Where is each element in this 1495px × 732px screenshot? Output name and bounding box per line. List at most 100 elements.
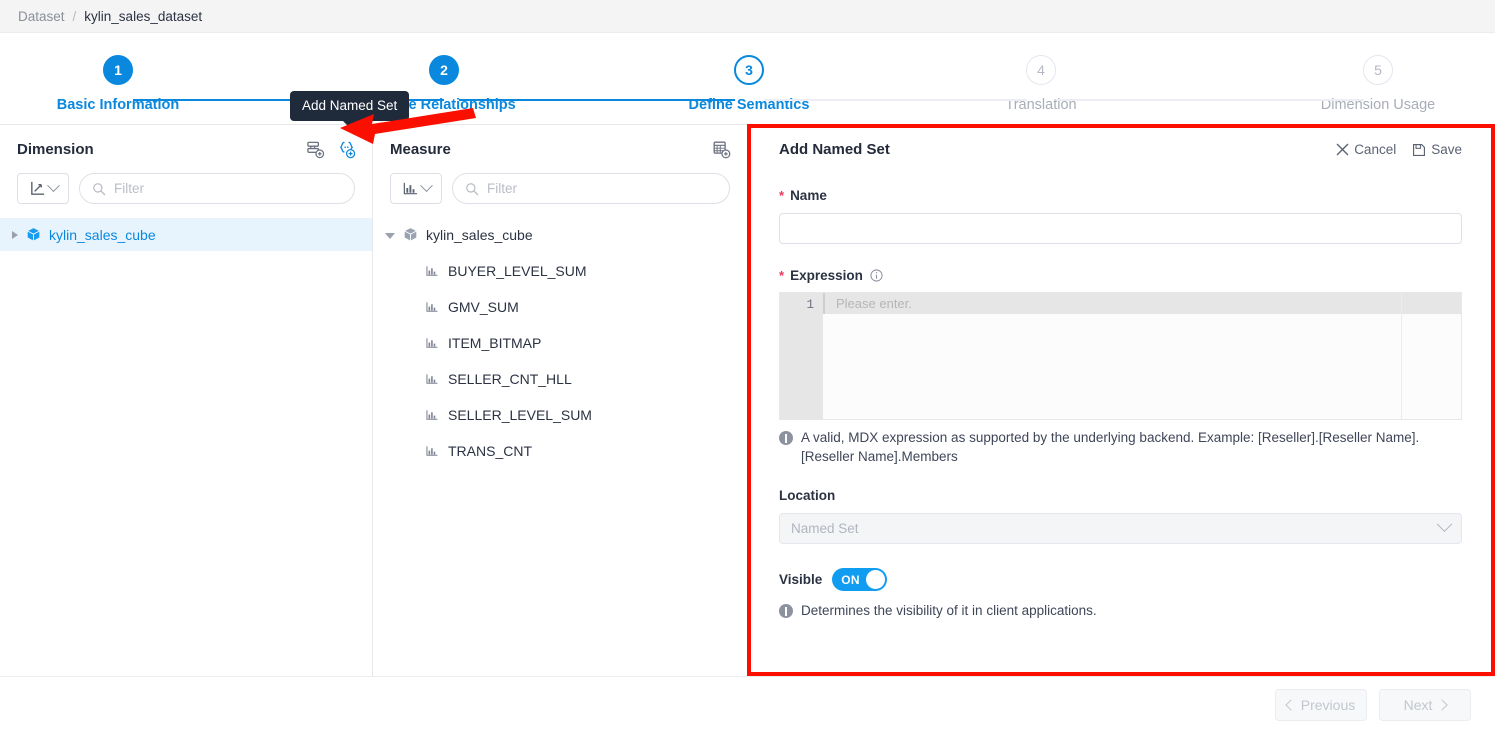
dimension-tree: kylin_sales_cube [0,218,372,251]
name-label-text: Name [790,188,827,203]
chevron-down-icon [419,179,433,193]
expression-hint-text: A valid, MDX expression as supported by … [801,430,1420,464]
measure-tree-item-cube[interactable]: kylin_sales_cube [373,218,747,251]
expression-field-group: * Expression 1 Please enter. A valid, MD… [748,268,1495,466]
measure-filter-row [373,173,747,204]
dimension-panel-title: Dimension [17,140,94,158]
chevron-left-icon [1285,698,1297,711]
name-field-group: * Name [748,188,1495,244]
step-circle-4: 4 [1026,55,1056,85]
expression-editor[interactable]: 1 Please enter. [779,292,1462,420]
save-icon [1413,143,1426,156]
measure-item[interactable]: SELLER_LEVEL_SUM [373,398,747,431]
previous-button[interactable]: Previous [1275,688,1367,721]
step-circle-1: 1 [103,55,133,85]
editor-body[interactable]: Please enter. [823,293,1461,419]
step-basic-information[interactable]: 1 Basic Information [18,33,218,113]
measure-item[interactable]: TRANS_CNT [373,434,747,467]
measure-item-label: ITEM_BITMAP [448,334,542,351]
triangle-down-icon[interactable] [385,233,395,239]
cube-icon [27,228,40,241]
step-dimension-usage[interactable]: 5 Dimension Usage [1278,33,1478,113]
editor-gutter: 1 [780,293,823,419]
app-root: Dataset / kylin_sales_dataset 1 Basic In… [0,0,1495,732]
measure-item-label: SELLER_LEVEL_SUM [448,406,592,423]
dimension-type-select[interactable] [17,173,69,204]
visible-toggle-text: ON [841,572,860,587]
editor-active-line [823,293,1461,314]
measure-item-label: SELLER_CNT_HLL [448,370,572,387]
triangle-right-icon[interactable] [12,230,18,239]
breadcrumb-root[interactable]: Dataset [18,9,65,24]
info-filled-icon [779,431,793,445]
step-circle-5: 5 [1363,55,1393,85]
bar-chart-icon [403,182,417,195]
visible-field-group: Visible ON Determines the visibility of … [748,568,1495,620]
search-icon [93,182,106,195]
visible-toggle[interactable]: ON [832,568,888,591]
toggle-knob [866,570,886,589]
measure-tree: kylin_sales_cube BUYER_LEVEL_SUM GMV_SUM… [373,218,747,467]
dimension-tree-item-label: kylin_sales_cube [49,226,156,243]
visible-row: Visible ON [779,568,1462,591]
measure-item[interactable]: BUYER_LEVEL_SUM [373,254,747,287]
required-marker: * [779,188,785,203]
location-label-text: Location [779,488,836,503]
location-select-value: Named Set [791,521,859,536]
bar-chart-icon [426,337,438,348]
dimension-search-box[interactable] [79,173,355,204]
axis-chart-icon [30,181,44,195]
bar-chart-icon [426,373,438,384]
info-circle-icon[interactable] [870,269,883,282]
save-button-label: Save [1431,142,1462,157]
cancel-button-label: Cancel [1354,142,1397,157]
info-filled-icon [779,604,793,618]
bar-chart-icon [426,265,438,276]
measure-panel-actions [712,140,731,159]
location-select[interactable]: Named Set [779,513,1462,544]
name-input[interactable] [779,213,1462,244]
add-calculated-measure-icon[interactable] [712,140,731,159]
chevron-down-icon [1436,516,1453,533]
annotation-arrow [340,108,476,144]
dimension-filter-row [0,173,372,204]
measure-item[interactable]: GMV_SUM [373,290,747,323]
dimension-tree-item-cube[interactable]: kylin_sales_cube [0,218,372,251]
step-define-semantics[interactable]: 3 Define Semantics [649,33,849,113]
measure-item-label: BUYER_LEVEL_SUM [448,262,587,279]
next-button[interactable]: Next [1379,688,1471,721]
breadcrumb: Dataset / kylin_sales_dataset [0,0,1495,33]
step-translation[interactable]: 4 Translation [941,33,1141,113]
measure-search-box[interactable] [452,173,730,204]
breadcrumb-separator: / [72,8,77,24]
step-line-2-3 [459,99,735,101]
form-title: Add Named Set [779,141,890,158]
measure-type-select[interactable] [390,173,442,204]
dimension-search-input[interactable] [114,181,342,196]
add-dimension-table-icon[interactable] [306,140,325,159]
step-circle-2: 2 [429,55,459,85]
cancel-button[interactable]: Cancel [1336,142,1396,157]
visible-hint: Determines the visibility of it in clien… [779,601,1462,620]
visible-label: Visible [779,572,823,587]
measure-item[interactable]: ITEM_BITMAP [373,326,747,359]
editor-minimap [1401,293,1461,419]
cube-icon [404,228,417,241]
measure-item[interactable]: SELLER_CNT_HLL [373,362,747,395]
measure-search-input[interactable] [487,181,717,196]
next-button-label: Next [1403,696,1433,713]
step-line-4-5 [1056,99,1364,101]
dimension-panel-header: Dimension [0,125,372,173]
bar-chart-icon [426,445,438,456]
expression-label-text: Expression [790,268,863,283]
form-header: Add Named Set Cancel Save [748,125,1495,158]
measure-item-label: TRANS_CNT [448,442,533,459]
measure-tree-root-label: kylin_sales_cube [426,226,533,243]
step-circle-3: 3 [734,55,764,85]
wizard-footer: Previous Next [0,676,1495,732]
save-button[interactable]: Save [1412,142,1462,157]
dimension-panel: Dimension Filter kylin_sales_cube [0,125,373,676]
chevron-right-icon [1436,698,1449,711]
add-named-set-form: Add Named Set Cancel Save * Name * Expre… [748,125,1495,676]
chevron-down-icon [46,179,60,193]
